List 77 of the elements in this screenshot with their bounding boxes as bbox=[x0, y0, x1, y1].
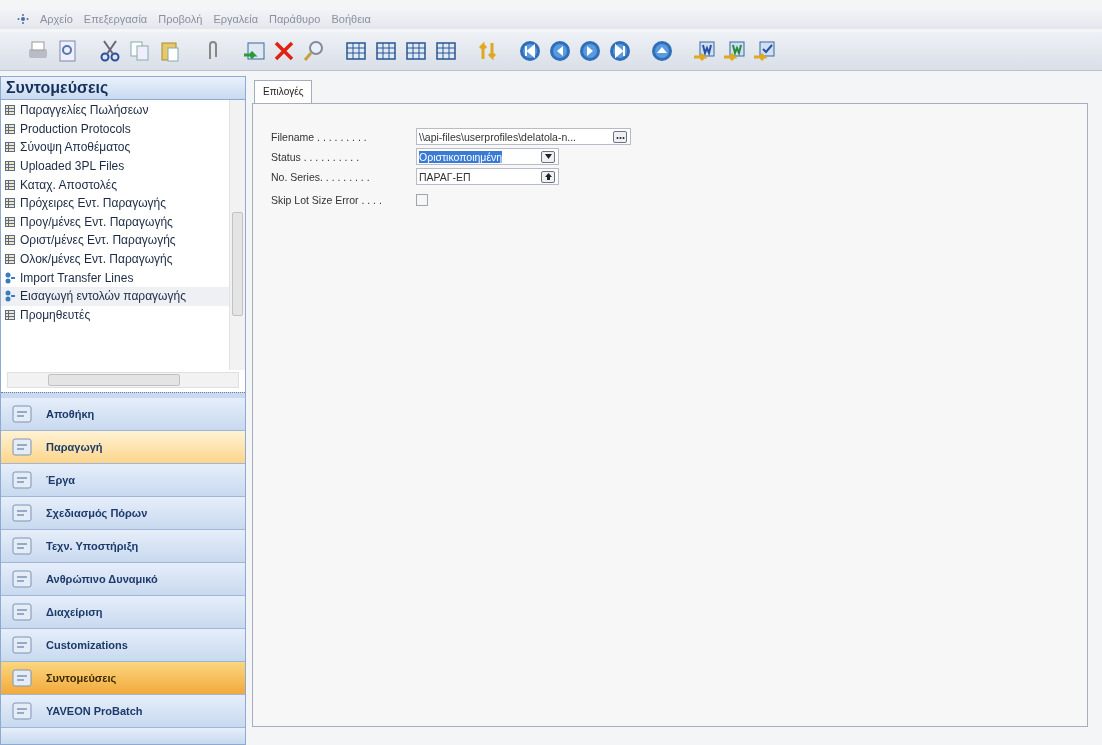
module-icon bbox=[12, 405, 32, 423]
grid-icon[interactable] bbox=[374, 39, 398, 63]
prev-icon[interactable] bbox=[548, 39, 572, 63]
app-menu-icon[interactable] bbox=[17, 14, 29, 24]
shortcut-item[interactable]: Uploaded 3PL Files bbox=[1, 156, 229, 176]
field-label: Status . . . . . . . . . . bbox=[271, 150, 361, 163]
grid-icon[interactable] bbox=[434, 39, 458, 63]
horizontal-scrollbar[interactable] bbox=[7, 372, 239, 388]
field-label: Skip Lot Size Error . . . . bbox=[271, 194, 383, 206]
navigation-button[interactable]: YAVEON ProBatch bbox=[1, 695, 245, 728]
navigation-button[interactable]: Σχεδιασμός Πόρων bbox=[1, 497, 245, 530]
table-icon bbox=[5, 105, 15, 116]
shortcut-item[interactable]: Import Transfer Lines bbox=[1, 268, 229, 287]
import-icon[interactable] bbox=[242, 39, 266, 63]
lookup-button[interactable] bbox=[541, 170, 555, 183]
shortcut-item[interactable]: Ολοκ/μένες Εντ. Παραγωγής bbox=[1, 249, 229, 269]
table-icon bbox=[5, 254, 15, 265]
shortcut-item[interactable]: Προγ/μένες Εντ. Παραγωγής bbox=[1, 212, 229, 232]
search-icon[interactable] bbox=[302, 39, 326, 63]
shortcut-item[interactable]: Σύνοψη Αποθέματος bbox=[1, 138, 229, 157]
input-field[interactable]: \\api-files\userprofiles\delatola-n... bbox=[416, 128, 631, 145]
module-icon bbox=[12, 570, 32, 588]
table-icon bbox=[5, 235, 15, 246]
next-icon[interactable] bbox=[578, 39, 602, 63]
delete-icon[interactable] bbox=[272, 39, 296, 63]
module-icon bbox=[12, 438, 32, 456]
table-icon bbox=[5, 216, 15, 227]
check-icon[interactable] bbox=[752, 39, 776, 63]
module-icon bbox=[12, 669, 32, 687]
panel-header: Συντομεύσεις bbox=[1, 77, 245, 100]
caret-icon bbox=[543, 153, 553, 160]
shortcut-item[interactable]: Προμηθευτές bbox=[1, 305, 229, 325]
navigation-button[interactable]: Παραγωγή bbox=[1, 431, 245, 464]
navigation-button[interactable]: Ανθρώπινο Δυναμικό bbox=[1, 563, 245, 596]
import-icon bbox=[5, 271, 15, 284]
shortcut-item[interactable]: Καταχ. Αποστολές bbox=[1, 175, 229, 194]
checkbox[interactable] bbox=[416, 194, 428, 206]
shortcut-item[interactable]: Πρόχειρες Εντ. Παραγωγής bbox=[1, 193, 229, 213]
input-field[interactable]: ΠΑΡΑΓ-ΕΠ bbox=[416, 168, 559, 185]
module-icon bbox=[12, 636, 32, 654]
table-icon bbox=[5, 123, 15, 134]
shortcut-item[interactable]: Οριστ/μένες Εντ. Παραγωγής bbox=[1, 231, 229, 250]
import-icon bbox=[5, 290, 15, 303]
module-icon bbox=[12, 702, 32, 720]
navigation-button[interactable]: Customizations bbox=[1, 629, 245, 662]
shortcut-item[interactable]: Εισαγωγή εντολών παραγωγής bbox=[1, 286, 229, 306]
splitter-handle[interactable] bbox=[1, 392, 245, 398]
navigation-button[interactable]: Συντομεύσεις bbox=[1, 662, 245, 695]
table-icon bbox=[5, 309, 15, 320]
tab[interactable]: Επιλογές bbox=[254, 80, 313, 103]
up-icon[interactable] bbox=[650, 39, 674, 63]
field-label: No. Series. . . . . . . . . bbox=[271, 170, 371, 183]
module-icon bbox=[12, 504, 32, 522]
shortcut-item[interactable]: Production Protocols bbox=[1, 119, 229, 139]
field-label: Filename . . . . . . . . . bbox=[271, 130, 368, 143]
shortcut-item[interactable]: Παραγγελίες Πωλήσεων bbox=[1, 101, 229, 120]
navigation-button[interactable]: Διαχείριση bbox=[1, 596, 245, 629]
module-icon bbox=[12, 537, 32, 555]
table-icon bbox=[5, 179, 15, 190]
dropdown-button[interactable] bbox=[541, 150, 555, 163]
scissors-icon[interactable] bbox=[98, 39, 122, 63]
module-icon bbox=[12, 603, 32, 621]
first-icon[interactable] bbox=[518, 39, 542, 63]
last-icon[interactable] bbox=[608, 39, 632, 63]
navigation-button[interactable]: Έργα bbox=[1, 464, 245, 497]
grid-icon[interactable] bbox=[344, 39, 368, 63]
grid-icon[interactable] bbox=[404, 39, 428, 63]
vertical-scrollbar[interactable] bbox=[229, 100, 245, 370]
dropdown-field[interactable]: Οριστικοποιημένη bbox=[416, 148, 559, 165]
navigation-button[interactable]: Τεχν. Υποστήριξη bbox=[1, 530, 245, 563]
navigation-button[interactable]: Αποθήκη bbox=[1, 398, 245, 431]
up-arrow-icon bbox=[543, 173, 553, 180]
browse-button[interactable] bbox=[613, 130, 627, 143]
table-icon bbox=[5, 161, 15, 172]
table-icon bbox=[5, 142, 15, 153]
table-icon bbox=[5, 198, 15, 209]
module-icon bbox=[12, 471, 32, 489]
